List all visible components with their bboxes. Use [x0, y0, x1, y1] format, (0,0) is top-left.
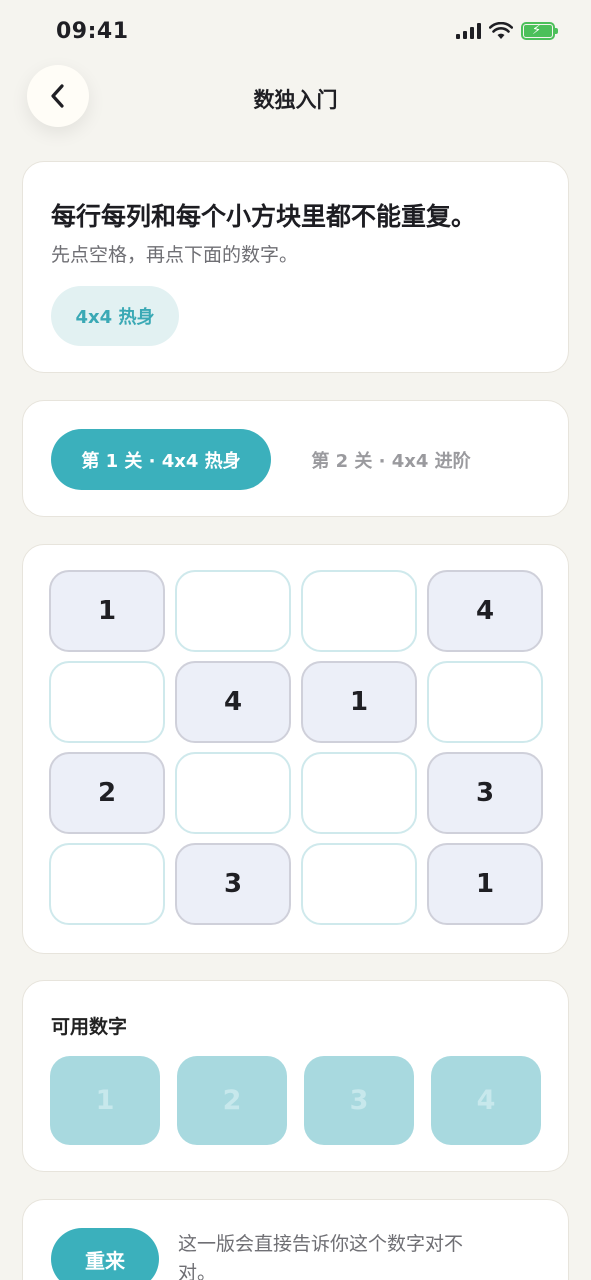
status-bar: 09:41 ⚡ — [0, 0, 591, 64]
status-icons: ⚡ — [456, 22, 558, 40]
cell-r3c1[interactable]: 2 — [49, 752, 165, 834]
sudoku-board: 1 4 4 1 2 3 3 1 — [49, 570, 543, 927]
cell-r4c1[interactable] — [49, 843, 165, 925]
board-card: 1 4 4 1 2 3 3 1 — [22, 544, 569, 954]
status-time: 09:41 — [56, 19, 129, 44]
level-tab-1[interactable]: 第 1 关 · 4x4 热身 — [51, 429, 271, 490]
intro-card: 每行每列和每个小方块里都不能重复。 先点空格，再点下面的数字。 4x4 热身 — [22, 161, 569, 373]
cell-r3c2[interactable] — [175, 752, 291, 834]
level-tab-2[interactable]: 第 2 关 · 4x4 进阶 — [291, 429, 491, 490]
cell-r2c3[interactable]: 1 — [301, 661, 417, 743]
cell-r2c1[interactable] — [49, 661, 165, 743]
actions-card: 重来 这一版会直接告诉你这个数字对不对。 — [22, 1199, 569, 1280]
number-button-4[interactable]: 4 — [431, 1056, 541, 1145]
cellular-signal-icon — [456, 23, 481, 39]
cell-r1c2[interactable] — [175, 570, 291, 652]
cell-r2c4[interactable] — [427, 661, 543, 743]
level-selector: 第 1 关 · 4x4 热身 第 2 关 · 4x4 进阶 — [22, 400, 569, 517]
cell-r1c3[interactable] — [301, 570, 417, 652]
cell-r4c3[interactable] — [301, 843, 417, 925]
cell-r3c4[interactable]: 3 — [427, 752, 543, 834]
cell-r2c2[interactable]: 4 — [175, 661, 291, 743]
battery-charging-icon: ⚡ — [521, 22, 558, 40]
number-button-2[interactable]: 2 — [177, 1056, 287, 1145]
cell-r4c4[interactable]: 1 — [427, 843, 543, 925]
cell-r1c4[interactable]: 4 — [427, 570, 543, 652]
reset-button[interactable]: 重来 — [51, 1228, 159, 1280]
cell-r1c1[interactable]: 1 — [49, 570, 165, 652]
rules-instruction: 先点空格，再点下面的数字。 — [51, 244, 299, 266]
cell-r4c2[interactable]: 3 — [175, 843, 291, 925]
feedback-hint: 这一版会直接告诉你这个数字对不对。 — [178, 1233, 464, 1280]
number-pad-label: 可用数字 — [51, 1016, 128, 1038]
number-button-1[interactable]: 1 — [50, 1056, 160, 1145]
wifi-icon — [489, 22, 513, 39]
number-button-3[interactable]: 3 — [304, 1056, 414, 1145]
cell-r3c3[interactable] — [301, 752, 417, 834]
rules-heading: 每行每列和每个小方块里都不能重复。 — [51, 202, 477, 231]
level-badge: 4x4 热身 — [51, 286, 179, 346]
page-title: 数独入门 — [253, 88, 338, 112]
number-pad-card: 可用数字 1 2 3 4 — [22, 980, 569, 1172]
number-pad: 1 2 3 4 — [50, 1056, 542, 1145]
sudoku-page: 09:41 ⚡ 数独入门 每行每列和每个小方块里都不能重复。 先点空格，再点下面… — [0, 0, 591, 1280]
